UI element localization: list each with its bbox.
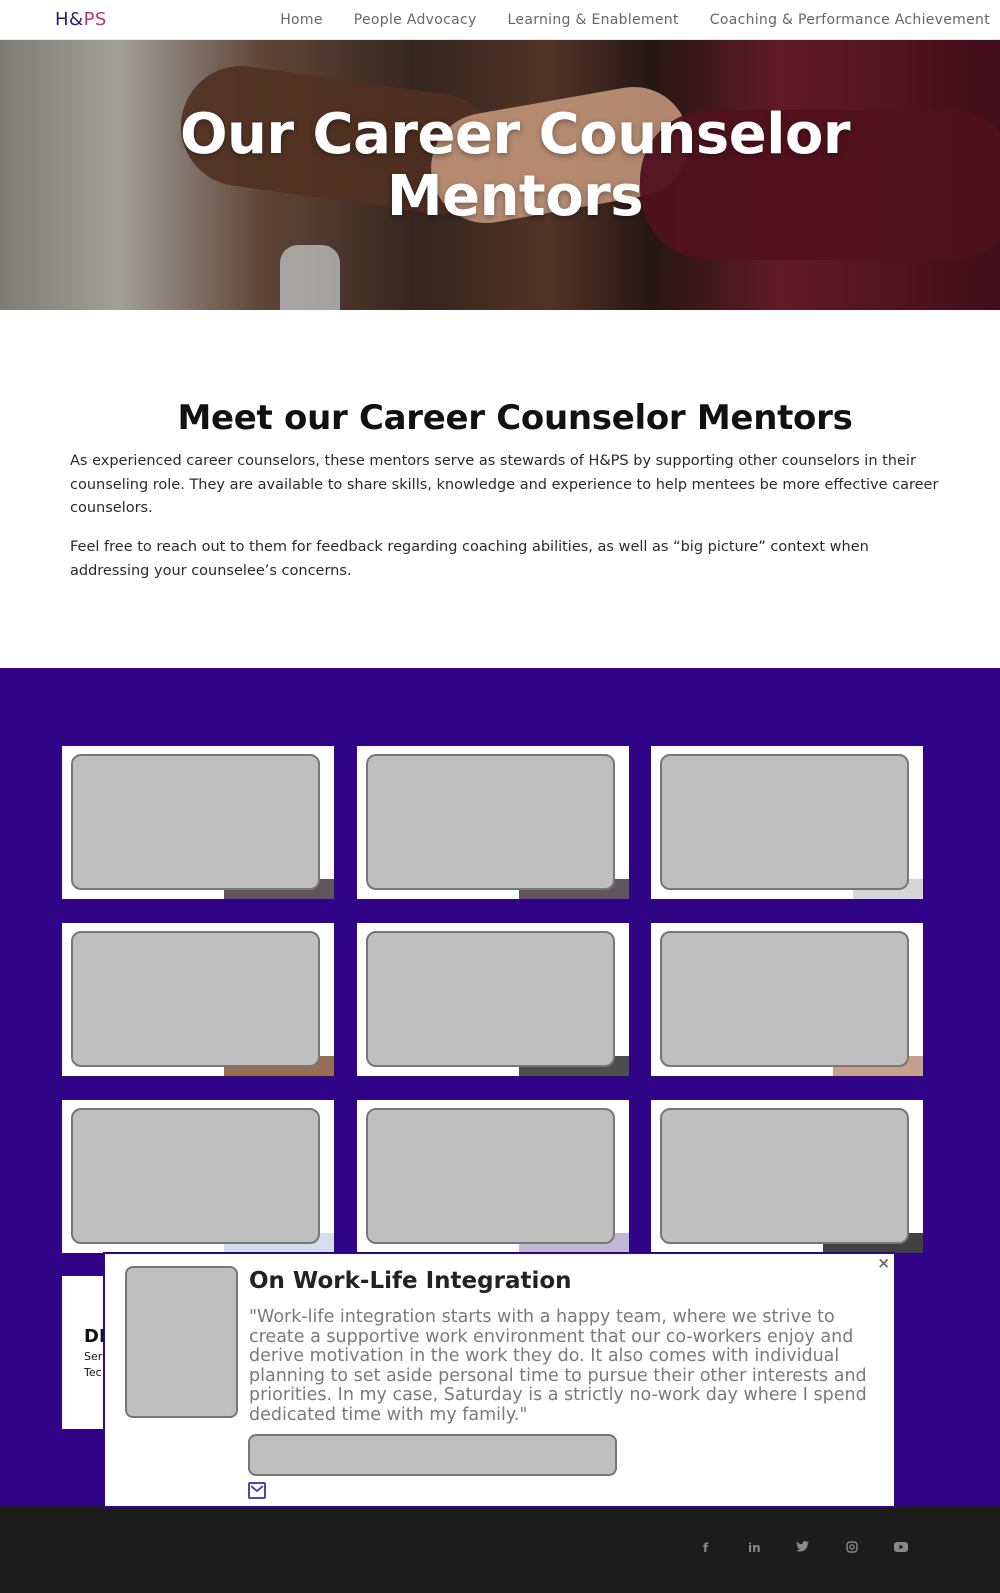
mail-icon[interactable] bbox=[248, 1482, 266, 1499]
hero-title-line2: Mentors bbox=[386, 164, 644, 229]
nav-link-people-advocacy[interactable]: People Advocacy bbox=[354, 12, 477, 28]
intro-paragraph-1: As experienced career counselors, these … bbox=[70, 453, 939, 516]
mentor-photo bbox=[366, 754, 615, 890]
instagram-icon[interactable] bbox=[846, 1541, 858, 1556]
logo-text-accent: PS bbox=[83, 9, 107, 30]
mentor-card[interactable] bbox=[651, 923, 923, 1076]
mentor-card[interactable] bbox=[357, 1100, 629, 1253]
site-footer: f in bbox=[0, 1506, 1000, 1593]
nav-link-learning-enablement[interactable]: Learning & Enablement bbox=[508, 12, 679, 28]
mentor-title-partial: Ser bbox=[84, 1350, 103, 1363]
close-icon[interactable]: × bbox=[877, 1254, 890, 1272]
mentor-card[interactable] bbox=[651, 746, 923, 899]
mentor-photo bbox=[71, 1108, 320, 1244]
hero-banner: Our Career Counselor Mentors bbox=[0, 40, 1000, 310]
mentor-photo bbox=[660, 931, 909, 1067]
twitter-icon[interactable] bbox=[796, 1541, 809, 1555]
mentor-photo bbox=[660, 1108, 909, 1244]
hero-title: Our Career Counselor Mentors bbox=[0, 104, 1000, 228]
mentor-name-placeholder bbox=[248, 1434, 617, 1476]
intro-section: Meet our Career Counselor Mentors As exp… bbox=[0, 310, 1000, 668]
nav-link-coaching-performance[interactable]: Coaching & Performance Achievement bbox=[710, 12, 990, 28]
mentor-dept-partial: Tec bbox=[84, 1366, 102, 1379]
mentor-card[interactable] bbox=[651, 1100, 923, 1253]
intro-paragraph-2: Feel free to reach out to them for feedb… bbox=[70, 539, 869, 579]
mentor-card[interactable] bbox=[62, 746, 334, 899]
popup-title: On Work-Life Integration bbox=[249, 1268, 572, 1294]
mentor-photo bbox=[660, 754, 909, 890]
hero-title-line1: Our Career Counselor bbox=[179, 102, 851, 167]
logo-text-primary: H& bbox=[55, 9, 84, 30]
mentor-card[interactable] bbox=[357, 923, 629, 1076]
mentor-card[interactable] bbox=[62, 1100, 334, 1253]
youtube-icon[interactable] bbox=[894, 1541, 908, 1555]
mentor-card[interactable] bbox=[62, 923, 334, 1076]
top-navbar: H&PS Home People Advocacy Learning & Ena… bbox=[0, 0, 1000, 40]
mentor-photo bbox=[71, 931, 320, 1067]
popup-quote: "Work-life integration starts with a hap… bbox=[249, 1307, 867, 1425]
site-logo[interactable]: H&PS bbox=[55, 9, 107, 30]
mentor-photo bbox=[366, 1108, 615, 1244]
mentor-quote-popup: × On Work-Life Integration "Work-life in… bbox=[103, 1252, 896, 1508]
mentor-photo bbox=[366, 931, 615, 1067]
mentor-photo bbox=[125, 1266, 238, 1418]
linkedin-icon[interactable]: in bbox=[748, 1541, 761, 1555]
nav-links: Home People Advocacy Learning & Enableme… bbox=[249, 0, 990, 40]
section-heading: Meet our Career Counselor Mentors bbox=[177, 398, 853, 438]
mentor-card[interactable] bbox=[357, 746, 629, 899]
mentor-photo bbox=[71, 754, 320, 890]
nav-link-home[interactable]: Home bbox=[280, 12, 323, 28]
facebook-icon[interactable]: f bbox=[703, 1541, 708, 1555]
